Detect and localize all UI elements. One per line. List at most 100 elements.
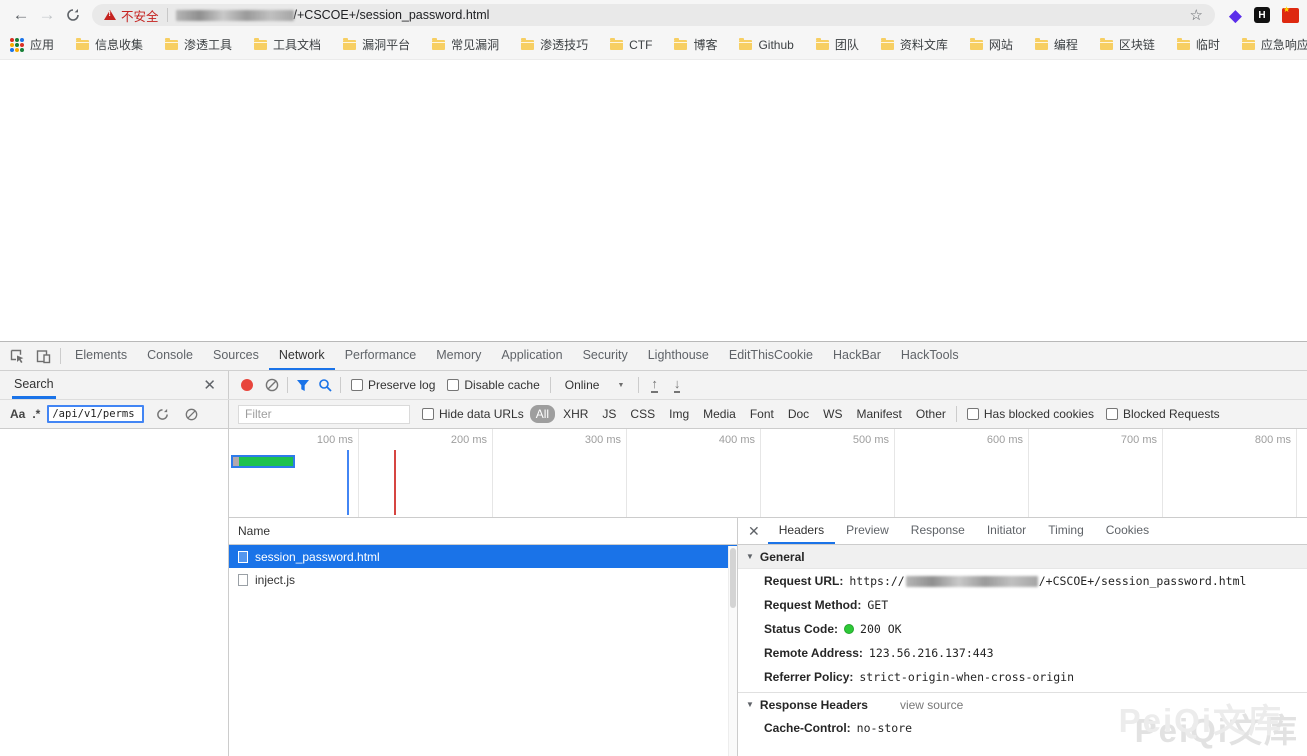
resource-type-chip[interactable]: Font <box>744 405 780 423</box>
name-column-header[interactable]: Name <box>229 518 737 545</box>
devtools-tab[interactable]: Memory <box>426 342 491 370</box>
bookmark-apps[interactable]: 应用 <box>10 36 54 53</box>
devtools-tab[interactable]: Console <box>137 342 203 370</box>
bookmark-folder[interactable]: 渗透工具 <box>165 36 232 53</box>
throttling-dropdown[interactable]: Online▼ <box>565 378 625 392</box>
disable-cache-checkbox[interactable]: Disable cache <box>447 378 539 392</box>
resource-type-chip[interactable]: Media <box>697 405 742 423</box>
general-section-header[interactable]: ▼ General <box>738 545 1307 569</box>
reload-icon[interactable] <box>60 8 86 22</box>
bookmark-folder-label: 漏洞平台 <box>362 36 410 53</box>
resource-type-chip[interactable]: XHR <box>557 405 594 423</box>
devtools-tab[interactable]: Security <box>573 342 638 370</box>
bookmark-folder[interactable]: 常见漏洞 <box>432 36 499 53</box>
devtools-tab[interactable]: Sources <box>203 342 269 370</box>
bookmark-folder[interactable]: 网站 <box>970 36 1013 53</box>
response-headers-section-header[interactable]: ▼ Response Headers view source <box>738 692 1307 716</box>
bookmark-apps-label: 应用 <box>30 36 54 53</box>
devtools-tab[interactable]: EditThisCookie <box>719 342 823 370</box>
timeline-tick-label: 500 ms <box>853 434 889 446</box>
bookmark-folder[interactable]: 团队 <box>816 36 859 53</box>
bookmark-folder[interactable]: 临时 <box>1177 36 1220 53</box>
details-close-icon[interactable]: ✕ <box>738 523 768 540</box>
timeline-gridline: 800 ms <box>1163 429 1297 517</box>
bookmark-folder[interactable]: 漏洞平台 <box>343 36 410 53</box>
devtools-tab[interactable]: Elements <box>65 342 137 370</box>
resource-type-chip[interactable]: Doc <box>782 405 815 423</box>
forward-icon[interactable]: → <box>34 5 60 25</box>
extension-hackbar-icon[interactable]: H <box>1254 7 1270 23</box>
extension-flag-icon[interactable] <box>1282 8 1299 23</box>
network-overview[interactable]: 100 ms200 ms300 ms400 ms500 ms600 ms700 … <box>229 429 1307 518</box>
referrer-policy-value: strict-origin-when-cross-origin <box>859 670 1074 684</box>
url-path-suffix: /+CSCOE+/session_password.html <box>1039 574 1247 588</box>
details-tab[interactable]: Timing <box>1037 518 1095 544</box>
bookmark-folder[interactable]: 编程 <box>1035 36 1078 53</box>
record-button[interactable] <box>241 379 253 391</box>
not-secure-warning-icon[interactable] <box>104 10 116 20</box>
hide-data-urls-checkbox[interactable]: Hide data URLs <box>422 407 524 421</box>
details-tab[interactable]: Response <box>900 518 976 544</box>
export-har-icon[interactable]: ↓ <box>674 378 681 393</box>
bookmark-folder[interactable]: Github <box>739 38 793 52</box>
search-clear-icon[interactable] <box>180 403 202 425</box>
devtools-tab[interactable]: Performance <box>335 342 427 370</box>
request-row[interactable]: session_password.html <box>229 545 737 568</box>
details-tab[interactable]: Preview <box>835 518 900 544</box>
extension-diamond-icon[interactable]: ◆ <box>1229 7 1242 24</box>
bookmark-folder[interactable]: 资料文库 <box>881 36 948 53</box>
page-content <box>0 60 1307 341</box>
preserve-log-checkbox[interactable]: Preserve log <box>351 378 435 392</box>
resource-type-chip[interactable]: All <box>530 405 555 423</box>
network-search-icon[interactable] <box>314 374 336 396</box>
scrollbar-thumb[interactable] <box>730 548 736 608</box>
blocked-requests-checkbox[interactable]: Blocked Requests <box>1106 407 1220 421</box>
bookmark-folder[interactable]: CTF <box>610 38 652 52</box>
resource-type-chip[interactable]: CSS <box>624 405 661 423</box>
bookmark-folder[interactable]: 渗透技巧 <box>521 36 588 53</box>
details-tab[interactable]: Initiator <box>976 518 1037 544</box>
details-tab[interactable]: Cookies <box>1095 518 1160 544</box>
back-icon[interactable]: ← <box>8 5 34 25</box>
match-case-toggle[interactable]: Aa <box>10 407 25 421</box>
bookmark-folder[interactable]: 工具文档 <box>254 36 321 53</box>
devtools-tab[interactable]: Lighthouse <box>638 342 719 370</box>
devtools-tab[interactable]: Network <box>269 342 335 370</box>
inspect-element-icon[interactable] <box>4 344 30 368</box>
search-pane-tab[interactable]: Search <box>12 371 56 399</box>
bookmark-folder[interactable]: 应急响应中 <box>1242 36 1307 53</box>
has-blocked-cookies-checkbox[interactable]: Has blocked cookies <box>967 407 1094 421</box>
devtools-tab[interactable]: Application <box>491 342 572 370</box>
requests-scrollbar[interactable] <box>728 546 737 756</box>
resource-type-chip[interactable]: JS <box>596 405 622 423</box>
timeline-tick-label: 400 ms <box>719 434 755 446</box>
address-bar[interactable]: 不安全 /+CSCOE+/session_password.html ☆ <box>92 4 1215 26</box>
resource-type-chip[interactable]: Manifest <box>851 405 908 423</box>
search-refresh-icon[interactable] <box>151 403 173 425</box>
filter-funnel-icon[interactable] <box>292 374 314 396</box>
clear-network-log-icon[interactable] <box>261 374 283 396</box>
bookmark-star-icon[interactable]: ☆ <box>1189 6 1202 24</box>
view-source-link[interactable]: view source <box>900 698 963 712</box>
request-row[interactable]: inject.js <box>229 568 737 591</box>
filter-input[interactable] <box>238 405 410 424</box>
bookmark-folder[interactable]: 博客 <box>674 36 717 53</box>
bookmark-folder[interactable]: 信息收集 <box>76 36 143 53</box>
devtools-tab[interactable]: HackBar <box>823 342 891 370</box>
details-tab[interactable]: Headers <box>768 518 835 544</box>
import-har-icon[interactable]: ↑ <box>651 378 658 393</box>
devtools-tab-label: EditThisCookie <box>729 348 813 362</box>
bookmark-folder[interactable]: 区块链 <box>1100 36 1155 53</box>
devtools-tab[interactable]: HackTools <box>891 342 969 370</box>
bookmark-folder-label: Github <box>758 38 793 52</box>
search-pane-close-icon[interactable]: ✕ <box>203 376 216 394</box>
resource-type-chip[interactable]: WS <box>817 405 848 423</box>
resource-type-chip[interactable]: Other <box>910 405 952 423</box>
device-toolbar-icon[interactable] <box>30 344 56 368</box>
overview-waterfall-bar[interactable] <box>231 455 295 468</box>
search-input[interactable] <box>47 405 144 423</box>
network-tables: Name session_password.html inject.js <box>229 518 1307 756</box>
resource-type-chips: AllXHRJSCSSImgMediaFontDocWSManifestOthe… <box>530 405 952 423</box>
regex-toggle[interactable]: .* <box>32 407 40 421</box>
resource-type-chip[interactable]: Img <box>663 405 695 423</box>
